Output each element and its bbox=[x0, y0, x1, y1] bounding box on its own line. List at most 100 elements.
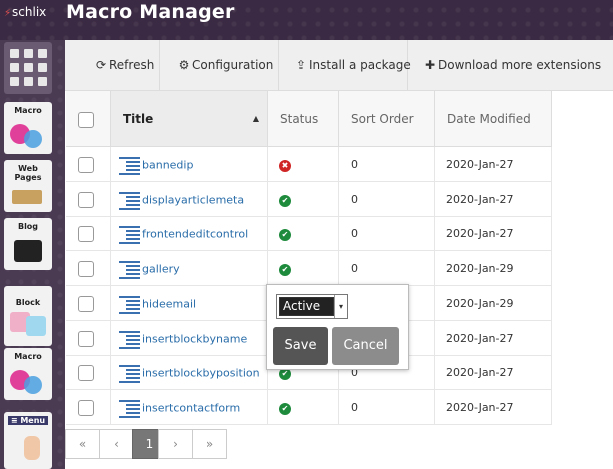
date-modified-cell: 2020-Jan-29 bbox=[435, 251, 552, 287]
install-package-label: Install a package bbox=[309, 58, 411, 72]
macro-list-icon bbox=[119, 259, 140, 280]
macro-title-link[interactable]: frontendeditcontrol bbox=[142, 228, 248, 241]
row-checkbox-cell bbox=[66, 181, 111, 217]
status-cell: ✔ bbox=[268, 181, 339, 217]
column-header-sort-order[interactable]: Sort Order bbox=[339, 91, 435, 147]
sidebar-item-macro[interactable]: Macro bbox=[4, 102, 52, 154]
toolbar: ⟳ Refresh ⚙ Configuration ⇪ Install a packa… bbox=[65, 40, 613, 91]
row-checkbox[interactable] bbox=[78, 399, 94, 416]
title-cell: hideemail bbox=[111, 285, 268, 321]
save-button[interactable]: Save bbox=[273, 327, 328, 365]
column-header-date-modified[interactable]: Date Modified bbox=[435, 91, 552, 147]
disabled-x-icon[interactable]: ✖ bbox=[279, 160, 291, 172]
sidebar-item-web-pages[interactable]: Web Pages bbox=[4, 160, 52, 212]
last-page-button[interactable]: » bbox=[192, 429, 227, 459]
macro-title-link[interactable]: displayarticlemeta bbox=[142, 193, 244, 206]
macro-title-link[interactable]: hideemail bbox=[142, 297, 196, 310]
sidebar-item-label: Macro bbox=[14, 106, 42, 115]
refresh-button[interactable]: ⟳ Refresh bbox=[65, 40, 160, 91]
macro-list-icon bbox=[119, 224, 140, 245]
table-row: displayarticlemeta ✔ 0 2020-Jan-27 bbox=[66, 181, 552, 217]
download-extensions-button[interactable]: ✚ Download more extensions bbox=[408, 40, 601, 91]
sidebar-item-blog[interactable]: Blog bbox=[4, 218, 52, 270]
cancel-button[interactable]: Cancel bbox=[332, 327, 399, 365]
select-all-header bbox=[66, 91, 111, 147]
sort-ascending-icon: ▲ bbox=[252, 114, 259, 123]
select-all-checkbox[interactable] bbox=[78, 111, 94, 128]
row-checkbox[interactable] bbox=[78, 226, 94, 243]
title-cell: insertblockbyname bbox=[111, 320, 268, 356]
column-header-status[interactable]: Status bbox=[268, 91, 339, 147]
status-edit-popup: Active ▾ Save Cancel bbox=[266, 284, 409, 370]
title-cell: insertblockbyposition bbox=[111, 355, 268, 391]
logo-mark-icon: ⚡ bbox=[4, 8, 12, 19]
web-pages-icon bbox=[12, 190, 42, 204]
date-modified-cell: 2020-Jan-27 bbox=[435, 181, 552, 217]
macro-title-link[interactable]: gallery bbox=[142, 263, 180, 276]
install-package-button[interactable]: ⇪ Install a package bbox=[279, 40, 411, 91]
row-checkbox[interactable] bbox=[78, 295, 94, 312]
macro-list-icon bbox=[119, 329, 140, 349]
chevron-down-icon: ▾ bbox=[334, 295, 347, 318]
sort-order-cell: 0 bbox=[339, 216, 435, 252]
sidebar-item-block[interactable]: Block bbox=[4, 286, 52, 346]
title-cell: gallery bbox=[111, 251, 268, 287]
enabled-check-icon[interactable]: ✔ bbox=[279, 229, 291, 242]
sidebar-item-label: Web Pages bbox=[14, 164, 42, 182]
first-page-button[interactable]: « bbox=[65, 429, 100, 459]
row-checkbox-cell bbox=[66, 251, 111, 287]
status-cell: ✔ bbox=[268, 389, 339, 425]
row-checkbox[interactable] bbox=[78, 191, 94, 208]
sidebar-item-macro-2[interactable]: Macro bbox=[4, 348, 52, 400]
macro-list-icon bbox=[119, 294, 140, 314]
sidebar-item-menu[interactable]: ≡ Menu bbox=[4, 412, 52, 469]
sidebar-item-label: Block bbox=[15, 298, 41, 307]
row-checkbox[interactable] bbox=[78, 157, 94, 173]
gear-icon: ⚙ bbox=[178, 58, 190, 72]
macro-title-link[interactable]: insertblockbyname bbox=[142, 332, 247, 345]
date-modified-cell: 2020-Jan-27 bbox=[435, 320, 552, 356]
status-select[interactable]: Active ▾ bbox=[276, 294, 348, 319]
date-modified-cell: 2020-Jan-27 bbox=[435, 355, 552, 391]
top-bar: ⚡schlix Macro Manager bbox=[0, 0, 613, 40]
configuration-button[interactable]: ⚙ Configuration bbox=[160, 40, 279, 91]
row-checkbox[interactable] bbox=[78, 330, 94, 347]
enabled-check-icon[interactable]: ✔ bbox=[279, 194, 291, 207]
row-checkbox[interactable] bbox=[78, 261, 94, 278]
logo-text: schlix bbox=[12, 5, 47, 19]
sidebar-item-label: Blog bbox=[17, 222, 39, 231]
app-logo[interactable]: ⚡schlix bbox=[4, 5, 46, 19]
main-panel: ⟳ Refresh ⚙ Configuration ⇪ Install a packa… bbox=[65, 40, 613, 469]
sidebar: Macro Web Pages Blog Block Macro ≡ Menu bbox=[0, 40, 65, 469]
prev-page-button[interactable]: ‹ bbox=[99, 429, 134, 459]
table-row: bannedip ✖ 0 2020-Jan-27 bbox=[66, 147, 552, 182]
date-modified-cell: 2020-Jan-27 bbox=[435, 216, 552, 252]
typewriter-icon bbox=[14, 240, 42, 262]
date-modified-cell: 2020-Jan-29 bbox=[435, 285, 552, 321]
table-row: gallery ✔ 0 2020-Jan-29 bbox=[66, 251, 552, 287]
macro-title-link[interactable]: insertcontactform bbox=[142, 401, 240, 414]
upload-icon: ⇪ bbox=[295, 58, 307, 72]
status-cell: ✔ bbox=[268, 216, 339, 252]
macro-title-link[interactable]: insertblockbyposition bbox=[142, 367, 260, 380]
row-checkbox-cell bbox=[66, 147, 111, 182]
enabled-check-icon[interactable]: ✔ bbox=[279, 264, 291, 277]
table-row: insertcontactform ✔ 0 2020-Jan-27 bbox=[66, 389, 552, 425]
download-extensions-label: Download more extensions bbox=[438, 58, 602, 72]
hand-icon bbox=[24, 436, 40, 460]
title-cell: bannedip bbox=[111, 147, 268, 182]
sort-order-cell: 0 bbox=[339, 389, 435, 425]
sidebar-item-label: ≡ Menu bbox=[8, 416, 48, 425]
next-page-button[interactable]: › bbox=[158, 429, 193, 459]
row-checkbox-cell bbox=[66, 355, 111, 391]
column-header-title[interactable]: Title ▲ bbox=[111, 91, 268, 147]
row-checkbox[interactable] bbox=[78, 365, 94, 382]
status-cell: ✔ bbox=[268, 251, 339, 287]
sidebar-item-apps[interactable] bbox=[4, 42, 52, 94]
macro-list-icon bbox=[119, 190, 140, 210]
macro-title-link[interactable]: bannedip bbox=[142, 159, 193, 172]
enabled-check-icon[interactable]: ✔ bbox=[279, 402, 291, 415]
title-cell: displayarticlemeta bbox=[111, 181, 268, 217]
title-cell: insertcontactform bbox=[111, 389, 268, 425]
sort-order-cell: 0 bbox=[339, 181, 435, 217]
